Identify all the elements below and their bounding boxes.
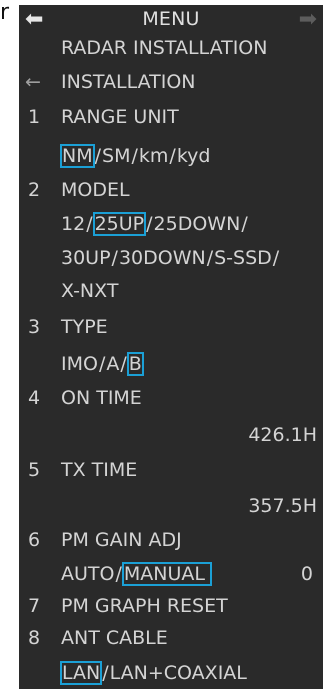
menu-header: ⬅ MENU ➡ <box>19 5 323 39</box>
item-number: 8 <box>28 627 41 649</box>
item-number: 6 <box>28 529 41 551</box>
option-km[interactable]: km <box>139 145 169 167</box>
option-auto[interactable]: AUTO <box>61 563 114 585</box>
option-nm[interactable]: NM <box>60 144 95 168</box>
option-a[interactable]: A <box>106 353 119 375</box>
menu-title: MENU <box>142 8 200 30</box>
option-x-nxt[interactable]: X-NXT <box>61 280 118 302</box>
option-b[interactable]: B <box>126 352 144 376</box>
item-label: PM GRAPH RESET <box>61 595 228 617</box>
option-sm[interactable]: SM <box>102 145 130 167</box>
option-12[interactable]: 12 <box>61 213 85 235</box>
item-number: 4 <box>28 387 41 409</box>
option-lan[interactable]: LAN <box>59 661 103 685</box>
item-label: TX TIME <box>61 459 138 481</box>
item-number: 1 <box>28 106 41 128</box>
on-time-value: 426.1H <box>248 424 317 446</box>
option-25up[interactable]: 25UP <box>92 212 147 236</box>
tx-time-value: 357.5H <box>248 495 317 517</box>
item-number: 2 <box>28 179 41 201</box>
breadcrumb-label: INSTALLATION <box>61 71 196 93</box>
option-30up[interactable]: 30UP <box>61 247 111 269</box>
item-label: ANT CABLE <box>61 627 168 649</box>
option-25down[interactable]: 25DOWN <box>154 213 241 235</box>
item-number: 7 <box>28 595 41 617</box>
corner-glyph: r <box>0 0 10 25</box>
option-lan-coaxial[interactable]: LAN+COAXIAL <box>110 662 247 684</box>
menu-panel: ⬅ MENU ➡ RADAR INSTALLATION ← INSTALLATI… <box>19 5 323 689</box>
back-arrow-icon[interactable]: ← <box>25 69 41 95</box>
item-label: RANGE UNIT <box>61 106 179 128</box>
arrow-right-icon: ➡ <box>298 7 317 32</box>
option-imo[interactable]: IMO <box>61 353 98 375</box>
item-label: MODEL <box>61 179 130 201</box>
item-label: ON TIME <box>61 387 142 409</box>
item-number: 3 <box>28 316 41 338</box>
option-30down[interactable]: 30DOWN <box>119 247 206 269</box>
item-label: PM GAIN ADJ <box>61 529 182 551</box>
breadcrumb-label: RADAR INSTALLATION <box>61 37 268 59</box>
option-manual[interactable]: MANUAL <box>121 562 212 586</box>
item-label: TYPE <box>61 316 108 338</box>
item-number: 5 <box>28 459 41 481</box>
option-s-ssd[interactable]: S-SSD <box>214 247 272 269</box>
option-kyd[interactable]: kyd <box>177 145 211 167</box>
pm-gain-value[interactable]: 0 <box>301 561 313 587</box>
